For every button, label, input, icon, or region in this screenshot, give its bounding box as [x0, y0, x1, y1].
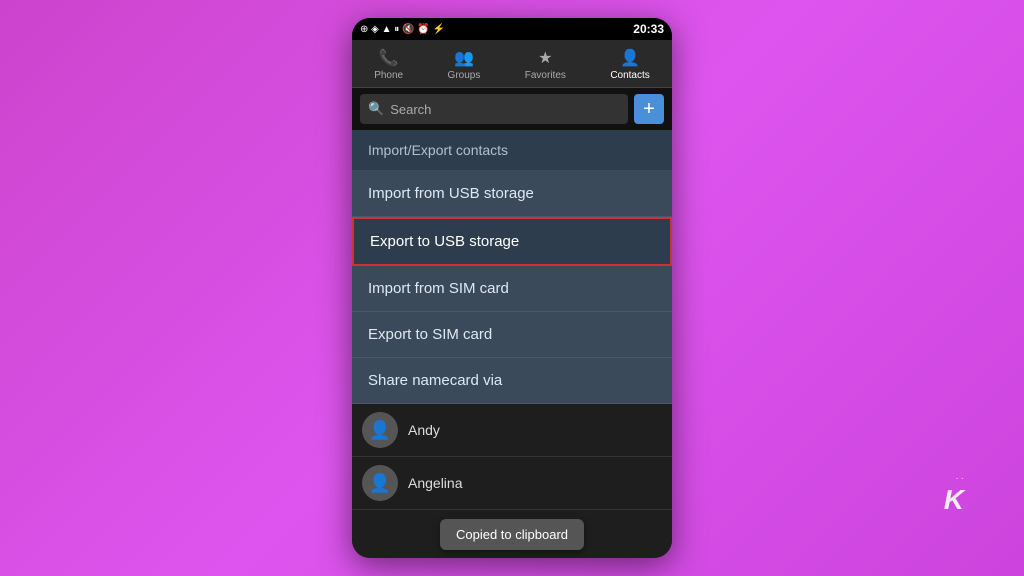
avatar-andy: 👤 [362, 412, 398, 448]
import-export-menu: Import/Export contacts Import from USB s… [352, 130, 672, 558]
phone-frame: ⊕ ◈ ▲ ⏸ 🔇 ⏰ ⚡ 20:33 📞 Phone 👥 Groups ★ F… [352, 18, 672, 558]
tab-contacts[interactable]: 👤 Contacts [602, 46, 657, 83]
search-bar: 🔍 Search + [352, 88, 672, 130]
export-to-sim-button[interactable]: Export to SIM card [352, 312, 672, 358]
import-from-sim-button[interactable]: Import from SIM card [352, 266, 672, 312]
groups-icon: 👥 [454, 48, 474, 68]
contact-row-andy: 👤 Andy [352, 404, 672, 457]
avatar-angelina: 👤 [362, 465, 398, 501]
import-from-usb-button[interactable]: Import from USB storage [352, 171, 672, 217]
export-to-usb-button[interactable]: Export to USB storage [352, 217, 672, 266]
contact-row-angelina: 👤 Angelina [352, 457, 672, 510]
menu-title: Import/Export contacts [352, 130, 672, 171]
tab-groups-label: Groups [448, 70, 481, 81]
share-namecard-button[interactable]: Share namecard via [352, 358, 672, 404]
status-icons: ⊕ ◈ ▲ ⏸ 🔇 ⏰ ⚡ [360, 24, 445, 35]
search-icon: 🔍 [368, 101, 384, 117]
tab-contacts-label: Contacts [610, 70, 649, 81]
tab-phone[interactable]: 📞 Phone [366, 46, 411, 83]
favorites-icon: ★ [538, 48, 552, 68]
tab-phone-label: Phone [374, 70, 403, 81]
brand-logo: K [944, 484, 964, 516]
tab-groups[interactable]: 👥 Groups [440, 46, 489, 83]
add-contact-button[interactable]: + [634, 94, 664, 124]
contacts-icon: 👤 [620, 48, 640, 68]
brand-dots: ·· [955, 473, 966, 484]
phone-icon: 📞 [379, 48, 399, 68]
search-input[interactable]: 🔍 Search [360, 94, 628, 124]
search-placeholder: Search [390, 102, 431, 117]
tab-favorites[interactable]: ★ Favorites [517, 46, 574, 83]
nav-tabs: 📞 Phone 👥 Groups ★ Favorites 👤 Contacts [352, 40, 672, 88]
tab-favorites-label: Favorites [525, 70, 566, 81]
clock: 20:33 [633, 22, 664, 36]
contact-name-angelina: Angelina [408, 475, 463, 491]
notification-icons: ⊕ ◈ ▲ ⏸ 🔇 ⏰ ⚡ [360, 24, 445, 35]
status-bar: ⊕ ◈ ▲ ⏸ 🔇 ⏰ ⚡ 20:33 [352, 18, 672, 40]
contact-name-andy: Andy [408, 422, 440, 438]
contacts-list: 👤 Andy 👤 Angelina Copied to clipboard [352, 404, 672, 558]
toast-message: Copied to clipboard [440, 519, 584, 550]
